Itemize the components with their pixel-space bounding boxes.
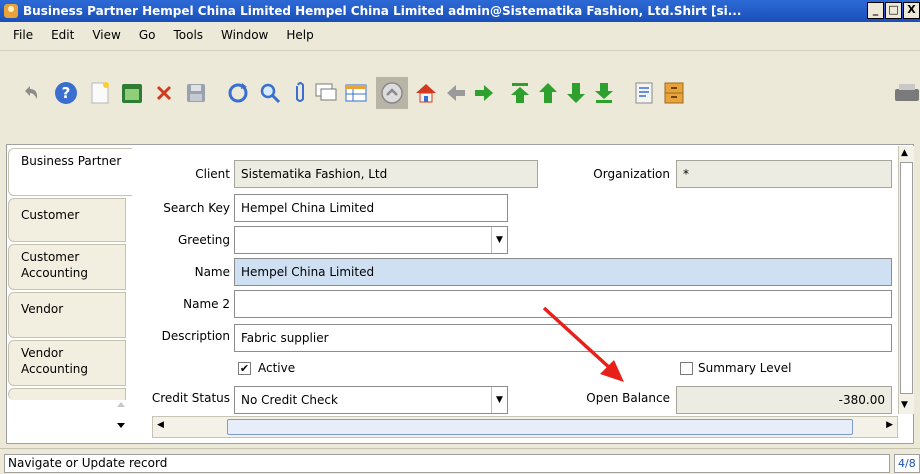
client-label: Client bbox=[195, 167, 230, 181]
svg-text:?: ? bbox=[62, 84, 71, 102]
menu-go[interactable]: Go bbox=[130, 28, 165, 42]
home-icon[interactable] bbox=[412, 79, 440, 107]
copy-record-icon[interactable] bbox=[118, 79, 146, 107]
tab-customer[interactable]: Customer bbox=[8, 198, 126, 242]
credit-status-value: No Credit Check bbox=[241, 393, 338, 407]
status-message: Navigate or Update record bbox=[4, 454, 890, 473]
greeting-label: Greeting bbox=[178, 233, 230, 247]
organization-label: Organization bbox=[593, 167, 670, 181]
description-label: Description bbox=[161, 329, 230, 343]
menu-view[interactable]: View bbox=[83, 28, 129, 42]
organization-field[interactable]: * bbox=[676, 160, 892, 188]
scroll-thumb[interactable] bbox=[900, 162, 913, 394]
tab-vendor[interactable]: Vendor bbox=[8, 292, 126, 338]
window-title-bar: Business Partner Hempel China Limited He… bbox=[0, 0, 920, 22]
horizontal-scroll-thumb[interactable] bbox=[227, 419, 853, 435]
vertical-scrollbar[interactable]: ▲ ▼ bbox=[898, 146, 914, 414]
grid-toggle-icon[interactable] bbox=[342, 79, 370, 107]
minimize-button[interactable]: _ bbox=[867, 2, 884, 19]
credit-status-select[interactable]: No Credit Check ▼ bbox=[234, 386, 508, 414]
open-balance-field[interactable]: -380.00 bbox=[676, 386, 892, 414]
help-icon[interactable]: ? bbox=[52, 79, 80, 107]
first-record-icon[interactable] bbox=[506, 79, 534, 107]
chevron-down-icon[interactable]: ▼ bbox=[491, 227, 507, 253]
attachment-icon[interactable] bbox=[286, 79, 314, 107]
greeting-select[interactable]: ▼ bbox=[234, 226, 508, 254]
annotation-arrow bbox=[542, 306, 624, 382]
scroll-up-icon[interactable]: ▲ bbox=[901, 148, 908, 158]
history-icon[interactable] bbox=[376, 77, 408, 109]
chat-icon[interactable] bbox=[312, 79, 340, 107]
scroll-left-icon[interactable]: ◀ bbox=[157, 420, 164, 430]
horizontal-scrollbar[interactable]: ◀ ▶ bbox=[152, 416, 898, 438]
menu-window[interactable]: Window bbox=[212, 28, 277, 42]
report-icon[interactable] bbox=[630, 79, 658, 107]
record-count[interactable]: 4/8 bbox=[894, 454, 920, 473]
credit-status-label: Credit Status bbox=[151, 391, 230, 405]
app-icon bbox=[4, 4, 18, 18]
new-record-icon[interactable] bbox=[86, 79, 114, 107]
summary-level-label: Summary Level bbox=[698, 361, 792, 375]
tab-scroll-down-icon[interactable] bbox=[116, 422, 126, 430]
tab-scroller bbox=[10, 394, 130, 442]
save-icon[interactable] bbox=[182, 79, 210, 107]
maximize-button[interactable]: □ bbox=[885, 2, 902, 19]
toolbar: ? bbox=[0, 50, 920, 142]
last-record-icon[interactable] bbox=[590, 79, 618, 107]
menu-help[interactable]: Help bbox=[277, 28, 322, 42]
record-form: Client Sistematika Fashion, Ltd Organiza… bbox=[134, 146, 898, 414]
undo-icon[interactable] bbox=[16, 79, 44, 107]
find-icon[interactable] bbox=[256, 79, 284, 107]
archive-icon[interactable] bbox=[660, 79, 688, 107]
close-button[interactable]: X bbox=[903, 2, 920, 19]
tab-business-partner[interactable]: Business Partner bbox=[8, 148, 132, 196]
window-title: Business Partner Hempel China Limited He… bbox=[23, 4, 742, 18]
refresh-icon[interactable] bbox=[224, 79, 252, 107]
status-bar: Navigate or Update record 4/8 bbox=[0, 448, 920, 474]
print-icon[interactable] bbox=[890, 79, 920, 107]
next-record-icon[interactable] bbox=[562, 79, 590, 107]
menu-tools[interactable]: Tools bbox=[164, 28, 212, 42]
previous-icon[interactable] bbox=[442, 79, 470, 107]
tab-vendor-accounting[interactable]: Vendor Accounting bbox=[8, 340, 126, 386]
name-field[interactable]: Hempel China Limited bbox=[234, 258, 892, 286]
search-key-label: Search Key bbox=[163, 201, 230, 215]
open-balance-label: Open Balance bbox=[586, 391, 670, 405]
tab-customer-accounting[interactable]: Customer Accounting bbox=[8, 244, 126, 290]
delete-icon[interactable] bbox=[150, 79, 178, 107]
name2-label: Name 2 bbox=[183, 297, 230, 311]
active-label: Active bbox=[258, 361, 296, 375]
previous-record-icon[interactable] bbox=[534, 79, 562, 107]
scroll-down-icon[interactable]: ▼ bbox=[901, 400, 908, 410]
search-key-field[interactable]: Hempel China Limited bbox=[234, 194, 508, 222]
chevron-down-icon[interactable]: ▼ bbox=[491, 387, 507, 413]
next-icon[interactable] bbox=[470, 79, 498, 107]
client-field[interactable]: Sistematika Fashion, Ltd bbox=[234, 160, 538, 188]
tab-scroll-up-icon[interactable] bbox=[116, 400, 126, 408]
active-checkbox[interactable]: ✔ bbox=[238, 362, 251, 375]
menu-edit[interactable]: Edit bbox=[42, 28, 83, 42]
name-label: Name bbox=[194, 265, 230, 279]
menu-file[interactable]: File bbox=[4, 28, 42, 42]
menu-bar: File Edit View Go Tools Window Help bbox=[0, 22, 920, 48]
scroll-right-icon[interactable]: ▶ bbox=[886, 420, 893, 430]
summary-level-checkbox[interactable] bbox=[680, 362, 693, 375]
